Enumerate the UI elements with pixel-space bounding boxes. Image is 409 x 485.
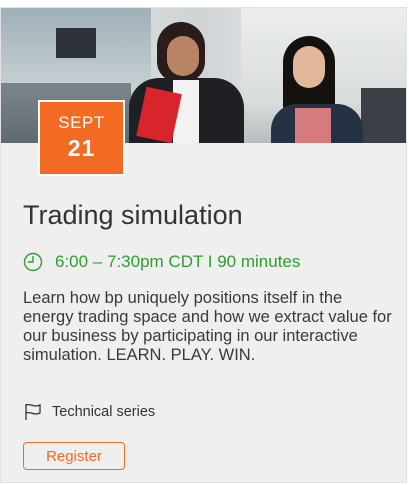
event-title: Trading simulation xyxy=(23,200,243,230)
clock-icon xyxy=(23,252,43,272)
event-description: Learn how bp uniquely positions itself i… xyxy=(23,289,392,364)
event-time-text: 6:00 – 7:30pm CDT I 90 minutes xyxy=(55,252,301,271)
date-month: SEPT xyxy=(58,113,105,132)
date-day: 21 xyxy=(67,135,96,161)
event-time: 6:00 – 7:30pm CDT I 90 minutes xyxy=(23,252,300,272)
event-series-label: Technical series xyxy=(52,404,156,420)
register-button[interactable]: Register xyxy=(23,442,125,470)
event-card: SEPT 21 Trading simulation 6:00 – 7:30pm… xyxy=(0,7,407,483)
flag-icon xyxy=(25,403,41,420)
date-badge: SEPT 21 xyxy=(38,100,125,176)
event-series: Technical series xyxy=(23,403,155,421)
